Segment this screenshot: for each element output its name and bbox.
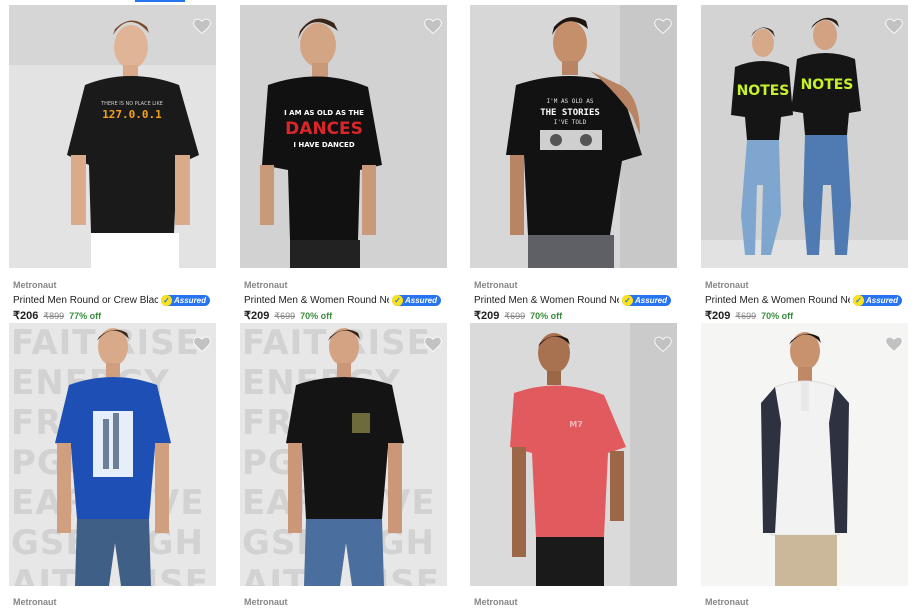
model-photo: NOTES NOTES [701,5,908,268]
product-card-7[interactable]: M7 Metronaut [470,323,677,607]
product-card-3[interactable]: I'M AS OLD AS THE STORIES I'VE TOLD Metr… [470,5,677,322]
model-photo [55,328,171,586]
svg-text:DANCES: DANCES [285,119,363,139]
product-brand: Metronaut [474,597,518,607]
product-card-2[interactable]: I AM AS OLD AS THE DANCES I HAVE DANCED … [240,5,447,322]
product-brand: Metronaut [13,280,57,290]
product-title-row[interactable]: Printed Men & Women Round Nec... ✓Assure… [705,293,915,307]
discount-percent: 70% off [300,311,333,321]
heart-icon[interactable] [192,334,212,354]
heart-icon[interactable] [653,334,673,354]
model-photo [701,323,908,586]
discount-percent: 70% off [761,311,794,321]
product-title[interactable]: Printed Men & Women Round Nec... [705,295,850,306]
svg-text:I'VE TOLD: I'VE TOLD [554,119,587,126]
price-row: ₹209 ₹699 70% off [474,309,562,322]
product-title[interactable]: Printed Men Round or Crew Black ... [13,295,158,306]
active-tab-indicator [135,0,185,2]
original-price: ₹699 [735,311,757,321]
assured-badge-icon: ✓ Assured [392,294,442,306]
heart-icon[interactable] [884,16,904,36]
original-price: ₹699 [274,311,296,321]
heart-icon[interactable] [653,16,673,36]
svg-text:THE STORIES: THE STORIES [540,108,600,118]
svg-text:M7: M7 [569,420,583,429]
heart-icon[interactable] [884,334,904,354]
product-card-4[interactable]: NOTES NOTES Metronaut Printed Men & Wome… [701,5,908,322]
model-photo [286,328,404,586]
product-title[interactable]: Printed Men & Women Round Nec... [244,295,389,306]
price-row: ₹209 ₹699 70% off [705,309,793,322]
discount-percent: 70% off [530,311,563,321]
model-photo: I AM AS OLD AS THE DANCES I HAVE DANCED [240,5,447,268]
product-brand: Metronaut [705,280,749,290]
selling-price: ₹206 [13,310,39,322]
product-image-1[interactable]: THERE IS NO PLACE LIKE 127.0.0.1 [9,5,216,268]
selling-price: ₹209 [474,310,500,322]
heart-icon[interactable] [192,16,212,36]
price-row: ₹209 ₹699 70% off [244,309,332,322]
svg-text:I'M AS OLD AS: I'M AS OLD AS [547,98,594,105]
product-title-row[interactable]: Printed Men & Women Round Nec... ✓Assure… [474,293,684,307]
discount-percent: 77% off [69,311,102,321]
product-card-8[interactable]: Metronaut [701,323,908,607]
svg-text:127.0.0.1: 127.0.0.1 [102,108,162,121]
product-image-8[interactable] [701,323,908,586]
svg-text:NOTES: NOTES [737,83,790,99]
selling-price: ₹209 [244,310,270,322]
product-brand: Metronaut [244,597,288,607]
heart-icon[interactable] [423,334,443,354]
product-image-7[interactable]: M7 [470,323,677,586]
selling-price: ₹209 [705,310,731,322]
model-photo: I'M AS OLD AS THE STORIES I'VE TOLD [470,5,677,268]
assured-badge-icon: ✓ Assured [161,294,211,306]
product-card-1[interactable]: THERE IS NO PLACE LIKE 127.0.0.1 Metrona… [9,5,216,322]
product-brand: Metronaut [244,280,288,290]
svg-text:I AM AS OLD AS THE: I AM AS OLD AS THE [284,109,364,117]
heart-icon[interactable] [423,16,443,36]
product-brand: Metronaut [705,597,749,607]
product-title-row[interactable]: Printed Men Round or Crew Black ... ✓Ass… [13,293,223,307]
product-image-3[interactable]: I'M AS OLD AS THE STORIES I'VE TOLD [470,5,677,268]
original-price: ₹699 [504,311,526,321]
product-image-5[interactable]: FAIT RISEENERGYFRISE PGOEAR LOVEGSE HIGH… [9,323,216,586]
product-image-6[interactable]: FAIT RISEENERGYFRISE PGOEAR LOVEGSE HIGH… [240,323,447,586]
product-card-5[interactable]: FAIT RISEENERGYFRISE PGOEAR LOVEGSE HIGH… [9,323,216,607]
assured-badge-icon: ✓ Assured [622,294,672,306]
svg-text:THERE IS NO PLACE LIKE: THERE IS NO PLACE LIKE [100,101,163,107]
product-image-4[interactable]: NOTES NOTES [701,5,908,268]
svg-text:I HAVE DANCED: I HAVE DANCED [293,141,354,149]
product-brand: Metronaut [13,597,57,607]
model-photo: M7 [470,323,677,586]
svg-text:NOTES: NOTES [801,77,854,93]
model-photo: THERE IS NO PLACE LIKE 127.0.0.1 [9,5,216,268]
product-title-row[interactable]: Printed Men & Women Round Nec... ✓Assure… [244,293,454,307]
price-row: ₹206 ₹899 77% off [13,309,101,322]
product-brand: Metronaut [474,280,518,290]
product-card-6[interactable]: FAIT RISEENERGYFRISE PGOEAR LOVEGSE HIGH… [240,323,447,607]
assured-badge-icon: ✓ Assured [853,294,903,306]
product-image-2[interactable]: I AM AS OLD AS THE DANCES I HAVE DANCED [240,5,447,268]
original-price: ₹899 [43,311,65,321]
product-title[interactable]: Printed Men & Women Round Nec... [474,295,619,306]
